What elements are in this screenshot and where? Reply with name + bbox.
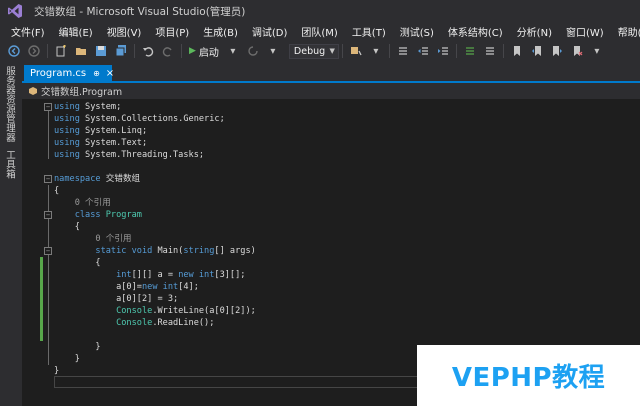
toolbar-separator xyxy=(455,44,457,58)
code-line: Console.WriteLine(a[0][2]); xyxy=(54,306,256,316)
undo-icon[interactable] xyxy=(141,44,155,58)
navigate-forward-icon[interactable] xyxy=(27,44,41,58)
bookmark-icon[interactable] xyxy=(510,44,524,58)
title-bar: 交错数组 - Microsoft Visual Studio(管理员) xyxy=(0,0,640,22)
code-line: − using System; xyxy=(44,102,122,112)
menu-project[interactable]: 项目(P) xyxy=(148,24,196,39)
menu-analyze[interactable]: 分析(N) xyxy=(510,24,559,39)
increase-indent-icon[interactable] xyxy=(436,44,450,58)
watermark-banner: VEPHP教程 xyxy=(417,345,640,406)
chevron-down-icon[interactable]: ▾ xyxy=(266,44,280,58)
collapse-icon[interactable]: − xyxy=(44,103,52,111)
chevron-down-icon[interactable]: ▾ xyxy=(590,44,604,58)
pin-icon[interactable]: ⊕ xyxy=(93,69,100,78)
new-project-icon[interactable] xyxy=(54,44,68,58)
class-icon xyxy=(28,86,38,96)
toolbar-separator xyxy=(181,44,182,58)
menu-edit[interactable]: 编辑(E) xyxy=(52,24,100,39)
code-line: { xyxy=(54,258,101,268)
toolbar-separator xyxy=(134,44,135,58)
menu-bar: 文件(F) 编辑(E) 视图(V) 项目(P) 生成(B) 调试(D) 团队(M… xyxy=(0,22,640,40)
comment-out-icon[interactable] xyxy=(463,44,477,58)
refresh-icon[interactable] xyxy=(246,44,260,58)
window-title: 交错数组 - Microsoft Visual Studio(管理员) xyxy=(34,5,246,18)
save-icon[interactable] xyxy=(94,44,108,58)
solution-configuration-select[interactable]: Debug ▼ xyxy=(288,43,339,59)
menu-debug[interactable]: 调试(D) xyxy=(245,24,295,39)
format-document-icon[interactable] xyxy=(396,44,410,58)
menu-build[interactable]: 生成(B) xyxy=(196,24,245,39)
code-line: using System.Linq; xyxy=(54,126,148,136)
chevron-down-icon: ▼ xyxy=(329,47,335,55)
configuration-value: Debug xyxy=(293,45,326,57)
redo-icon[interactable] xyxy=(161,44,175,58)
collapse-icon[interactable]: − xyxy=(44,175,52,183)
code-line: a[0][2] = 3; xyxy=(54,294,179,304)
document-tab-strip: Program.cs ⊕ × xyxy=(22,62,640,83)
document-tab-program-cs[interactable]: Program.cs ⊕ × xyxy=(24,65,114,82)
server-explorer-tab[interactable]: 服务器资源管理器 xyxy=(4,66,16,142)
collapse-icon[interactable]: − xyxy=(44,247,52,255)
code-line: { xyxy=(54,186,60,196)
toolbar-separator xyxy=(47,44,48,58)
toolbar-separator xyxy=(502,44,504,58)
code-line: using System.Text; xyxy=(54,138,148,148)
menu-help[interactable]: 帮助(H) xyxy=(611,24,640,39)
play-icon: ▶ xyxy=(189,46,196,56)
save-all-icon[interactable] xyxy=(114,44,128,58)
document-tab-label: Program.cs xyxy=(30,68,87,79)
close-icon[interactable]: × xyxy=(106,68,114,79)
menu-file[interactable]: 文件(F) xyxy=(4,24,52,39)
code-line: using System.Threading.Tasks; xyxy=(54,150,205,160)
code-line: int[][] a = new int[3][]; xyxy=(54,270,246,280)
code-line: − static void Main(string[] args) xyxy=(44,246,256,256)
code-line: Console.ReadLine(); xyxy=(54,318,215,328)
code-line: a[0]=new int[4]; xyxy=(54,282,199,292)
toolbar-separator xyxy=(341,44,343,58)
navigation-scope: 交错数组.Program xyxy=(41,87,123,98)
watermark-text: VEPHP教程 xyxy=(451,363,606,393)
open-folder-icon[interactable] xyxy=(74,44,88,58)
chevron-down-icon[interactable]: ▾ xyxy=(369,44,383,58)
navigation-bar[interactable]: 交错数组.Program xyxy=(22,83,640,99)
chevron-down-icon[interactable]: ▾ xyxy=(226,44,240,58)
code-line: − class Program xyxy=(44,210,142,220)
next-bookmark-icon[interactable] xyxy=(550,44,564,58)
menu-tools[interactable]: 工具(T) xyxy=(345,24,393,39)
code-line: 0 个引用 xyxy=(54,198,111,208)
menu-team[interactable]: 团队(M) xyxy=(294,24,344,39)
menu-architecture[interactable]: 体系结构(C) xyxy=(441,24,510,39)
code-line: − namespace 交错数组 xyxy=(44,174,141,184)
navigate-back-icon[interactable] xyxy=(7,44,21,58)
decrease-indent-icon[interactable] xyxy=(416,44,430,58)
code-line: { xyxy=(54,222,80,232)
find-in-files-icon[interactable] xyxy=(349,44,363,58)
toolbar: ▶ 启动 ▾ ▾ Debug ▼ ▾ ▾ xyxy=(0,40,640,62)
menu-view[interactable]: 视图(V) xyxy=(100,24,149,39)
menu-window[interactable]: 窗口(W) xyxy=(559,24,611,39)
menu-test[interactable]: 测试(S) xyxy=(393,24,441,39)
start-debugging-button[interactable]: ▶ 启动 xyxy=(189,44,219,59)
toolbar-separator xyxy=(388,44,390,58)
clear-bookmarks-icon[interactable] xyxy=(570,44,584,58)
toolbox-tab[interactable]: 工具箱 xyxy=(4,150,16,179)
code-line: using System.Collections.Generic; xyxy=(54,114,225,124)
left-tool-rail: 服务器资源管理器 工具箱 xyxy=(0,62,22,406)
code-line: 0 个引用 xyxy=(54,234,132,244)
visual-studio-logo-icon xyxy=(6,2,24,20)
start-button-label: 启动 xyxy=(198,47,219,59)
uncomment-icon[interactable] xyxy=(483,44,497,58)
previous-bookmark-icon[interactable] xyxy=(530,44,544,58)
collapse-icon[interactable]: − xyxy=(44,211,52,219)
